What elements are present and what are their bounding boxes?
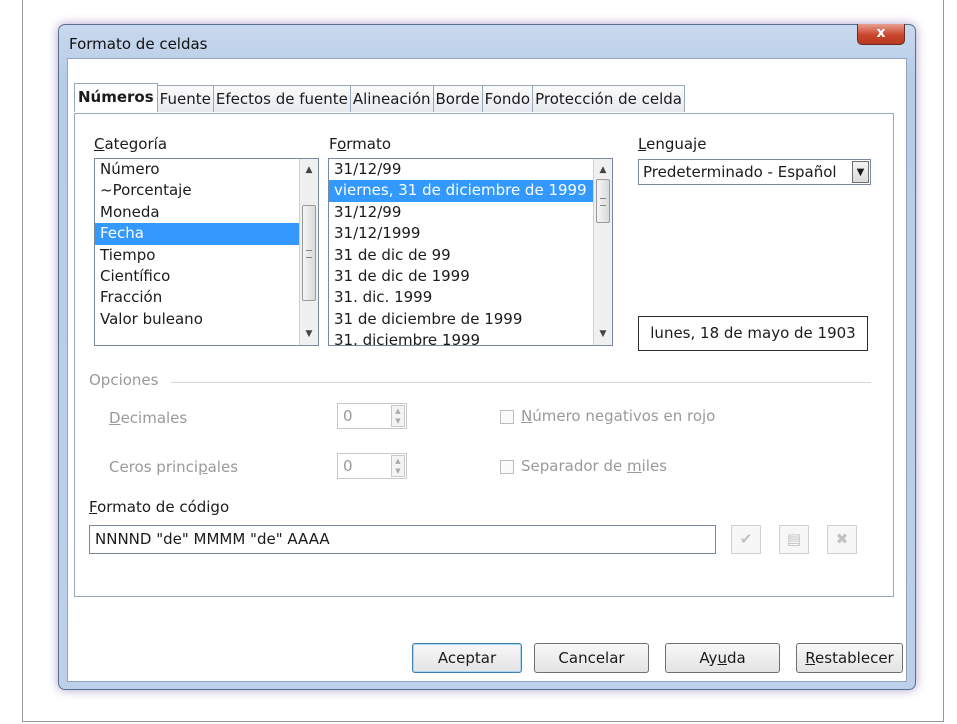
list-item[interactable]: Fecha xyxy=(95,223,318,245)
tab-6[interactable]: Protección de celda xyxy=(532,85,686,112)
format-preview: lunes, 18 de mayo de 1903 xyxy=(638,316,868,351)
list-item[interactable]: 31/12/99 xyxy=(329,202,612,223)
tab-3[interactable]: Alineación xyxy=(349,85,434,112)
list-item[interactable]: 31/12/1999 xyxy=(329,223,612,244)
list-item[interactable]: 31. dic. 1999 xyxy=(329,287,612,308)
tab-bar: Números Fuente Efectos de fuente Alineación… xyxy=(74,83,686,113)
scroll-down-icon[interactable]: ▼ xyxy=(300,325,318,343)
leading-zeros-label: Ceros principales xyxy=(109,458,239,476)
list-item[interactable]: 31 de dic de 1999 xyxy=(329,266,612,287)
list-item[interactable]: 31. diciembre 1999 xyxy=(329,330,612,345)
decimals-spinbox[interactable]: 0 ▲ ▼ xyxy=(337,403,407,429)
delete-icon[interactable]: ✖ xyxy=(827,525,857,554)
list-item[interactable]: Científico xyxy=(95,266,318,287)
list-item[interactable]: 31 de diciembre de 1999 xyxy=(329,309,612,330)
dialog-body: Números Fuente Efectos de fuente Alineación… xyxy=(67,58,907,682)
category-scrollbar[interactable]: ▲ ▼ xyxy=(299,159,318,345)
scroll-thumb[interactable] xyxy=(596,179,610,223)
ok-button[interactable]: Aceptar xyxy=(412,643,522,673)
thousands-separator-checkbox[interactable] xyxy=(500,460,514,474)
list-item[interactable]: 31/12/99 xyxy=(329,159,612,180)
tab-2[interactable]: Efectos de fuente xyxy=(212,85,351,112)
leading-zeros-spinbox[interactable]: 0 ▲ ▼ xyxy=(337,453,407,479)
spin-arrows-icon[interactable]: ▲ ▼ xyxy=(391,405,405,427)
tab-panel-numbers: Categoría Número ~Porcentaje Moneda Fecha Ti… xyxy=(74,113,894,597)
options-separator xyxy=(171,382,871,383)
list-item[interactable]: Número xyxy=(95,159,318,180)
negative-red-label: Número negativos en rojo xyxy=(521,407,716,425)
decimals-label: Decimales xyxy=(109,409,188,427)
tab-5[interactable]: Fondo xyxy=(481,85,534,112)
options-title: Opciones xyxy=(89,371,159,389)
list-item[interactable]: Valor buleano xyxy=(95,309,318,330)
spin-arrows-icon[interactable]: ▲ ▼ xyxy=(391,455,405,477)
list-item[interactable]: ~Porcentaje xyxy=(95,180,318,201)
tab-1[interactable]: Fuente xyxy=(156,85,214,112)
format-cells-dialog: Formato de celdas x Números Fuente Efectos… xyxy=(58,24,916,690)
language-label: Lenguaje xyxy=(638,135,707,153)
list-item[interactable]: Moneda xyxy=(95,202,318,223)
edit-comment-icon[interactable]: ▤ xyxy=(779,525,809,554)
thousands-separator-label: Separador de miles xyxy=(521,457,667,475)
scroll-thumb[interactable] xyxy=(302,205,316,301)
chevron-down-icon[interactable]: ▼ xyxy=(852,161,869,183)
list-item[interactable]: 31 de dic de 99 xyxy=(329,245,612,266)
close-icon: x xyxy=(876,25,886,41)
format-label: Formato xyxy=(329,135,392,153)
negative-red-checkbox[interactable] xyxy=(500,410,514,424)
language-select[interactable]: Predeterminado - Español ▼ xyxy=(638,159,871,185)
list-item[interactable]: viernes, 31 de diciembre de 1999 xyxy=(329,180,612,202)
format-listbox[interactable]: 31/12/99 viernes, 31 de diciembre de 1999… xyxy=(328,158,613,346)
list-item[interactable]: Tiempo xyxy=(95,245,318,266)
category-listbox[interactable]: Número ~Porcentaje Moneda Fecha Tiempo Cientí… xyxy=(94,158,319,346)
language-value: Predeterminado - Español xyxy=(643,163,837,181)
category-label: Categoría xyxy=(94,135,168,153)
close-button[interactable]: x xyxy=(857,24,905,45)
dialog-title: Formato de celdas xyxy=(69,35,208,53)
scroll-up-icon[interactable]: ▲ xyxy=(594,161,612,179)
help-button[interactable]: Ayuda xyxy=(665,643,780,673)
cancel-button[interactable]: Cancelar xyxy=(534,643,649,673)
format-code-input[interactable]: NNNND "de" MMMM "de" AAAA xyxy=(89,525,716,554)
format-code-label: Formato de código xyxy=(89,498,230,516)
list-item[interactable]: Fracción xyxy=(95,287,318,308)
format-scrollbar[interactable]: ▲ ▼ xyxy=(593,159,612,345)
reset-button[interactable]: Restablecer xyxy=(796,643,903,673)
scroll-up-icon[interactable]: ▲ xyxy=(300,161,318,179)
scroll-down-icon[interactable]: ▼ xyxy=(594,325,612,343)
tab-4[interactable]: Borde xyxy=(432,85,483,112)
checkmark-icon[interactable]: ✔ xyxy=(731,525,761,554)
tab-0[interactable]: Números xyxy=(74,83,158,112)
